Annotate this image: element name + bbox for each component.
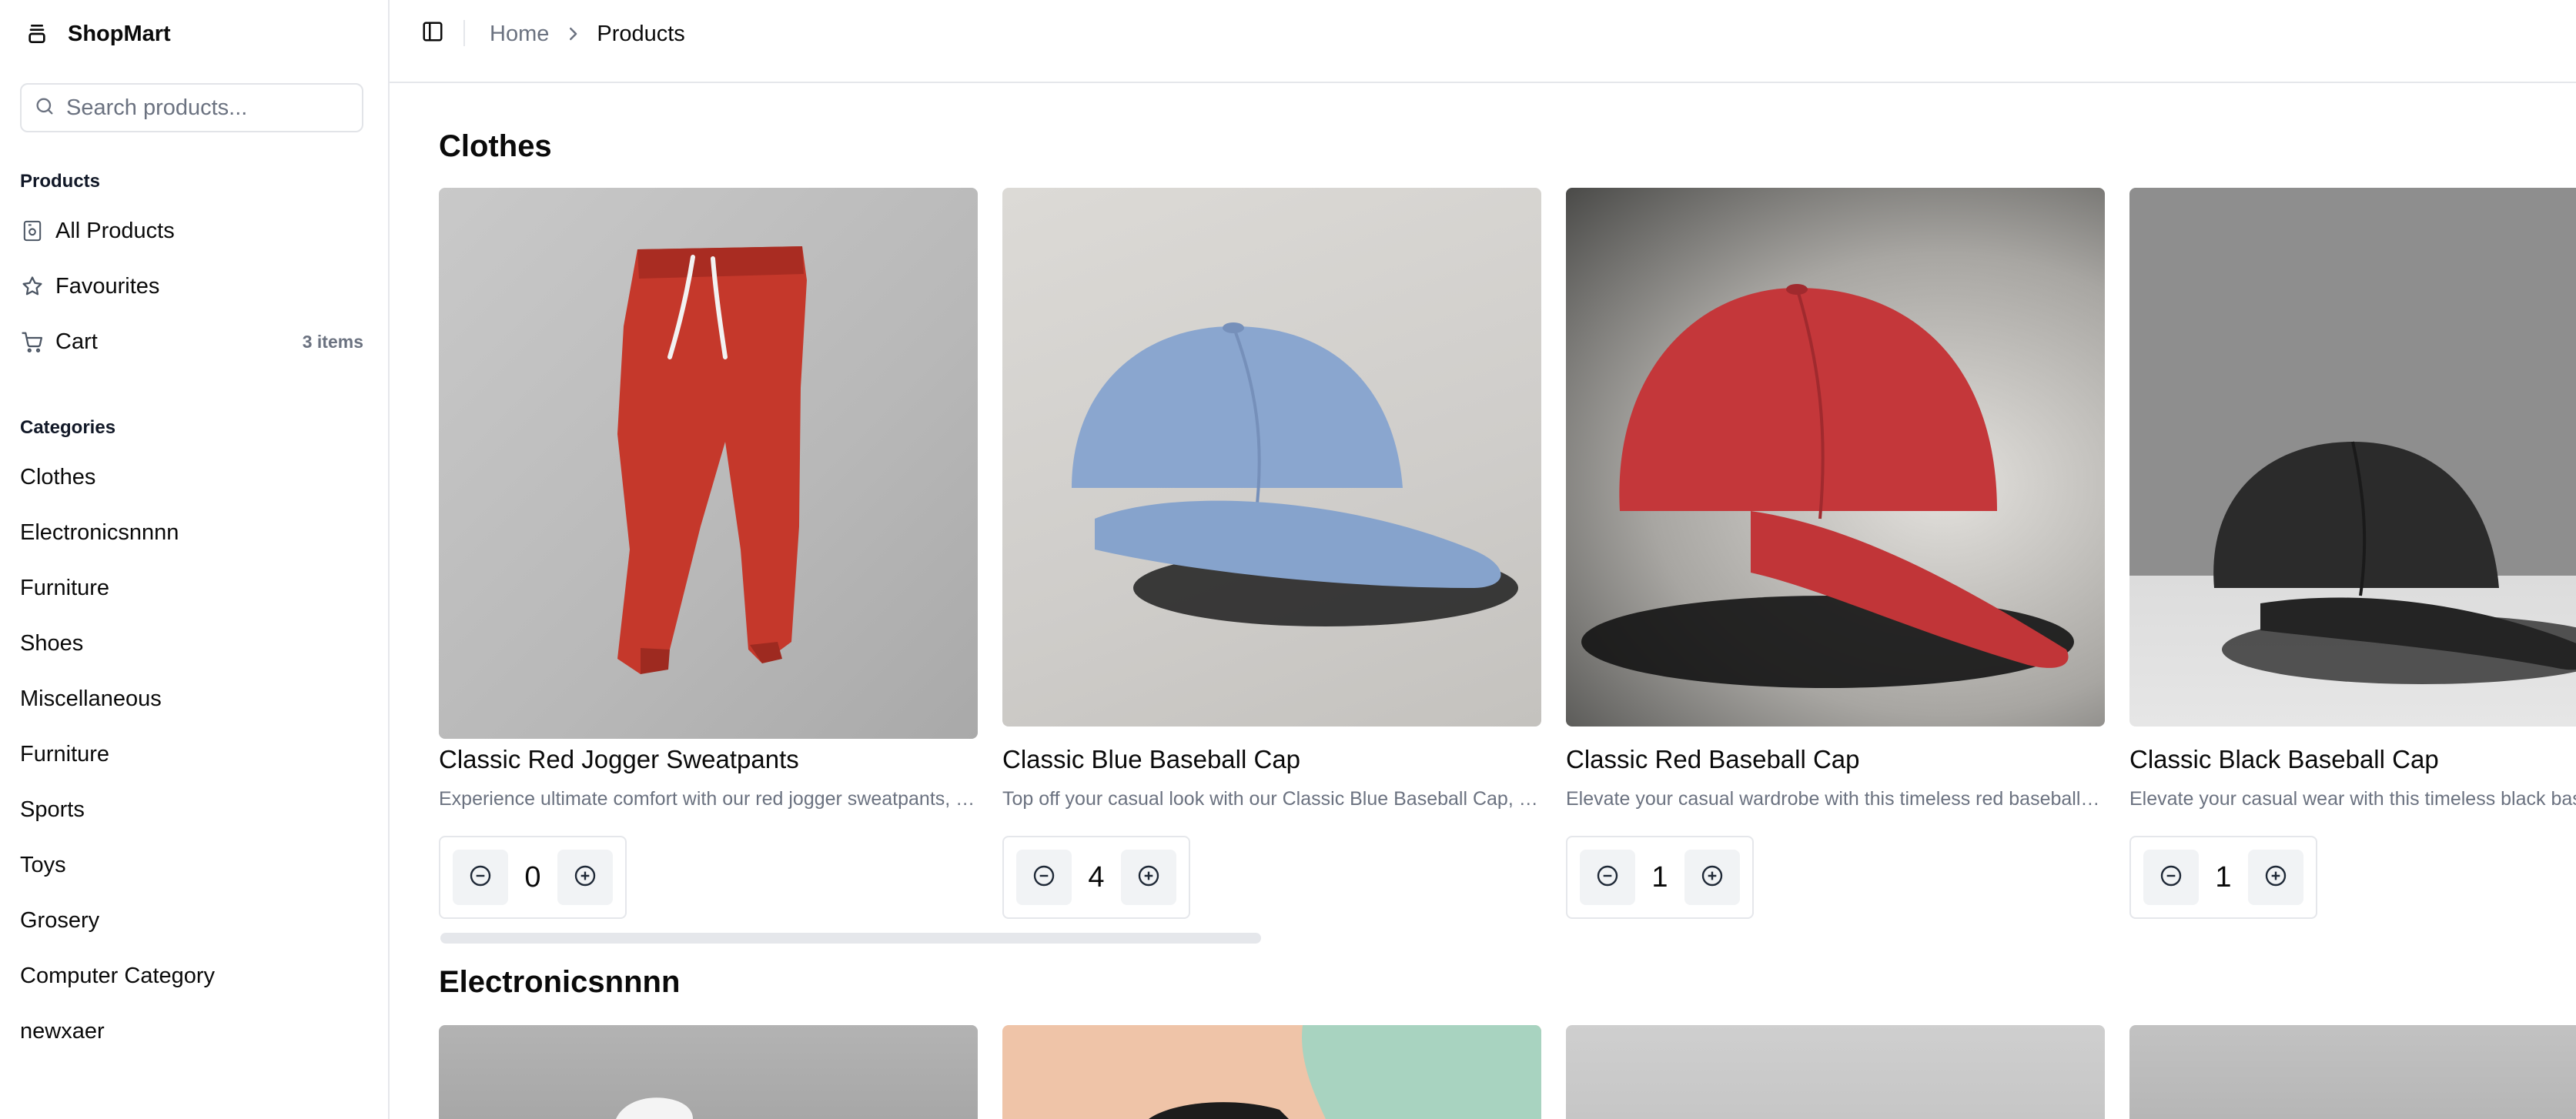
sidebar-toggle-button[interactable]: [414, 18, 451, 48]
category-item-furniture[interactable]: Furniture: [20, 566, 363, 610]
increment-button[interactable]: [1121, 850, 1176, 905]
red-jogger-illustration: [617, 246, 807, 674]
top-header: Home Products: [390, 0, 2576, 83]
quantity-value: 4: [1088, 860, 1105, 894]
product-image-red-jogger[interactable]: [439, 188, 978, 739]
horizontal-scrollbar[interactable]: [440, 933, 1261, 944]
blue-cap-illustration: [1072, 322, 1518, 626]
quantity-stepper: 4: [1002, 836, 1190, 919]
product-description: Experience ultimate comfort with our red…: [439, 788, 978, 810]
decrement-button[interactable]: [2143, 850, 2199, 905]
electronics-1-illustration: [616, 1097, 693, 1119]
brand[interactable]: ShopMart: [20, 15, 171, 52]
product-image-electronics-4[interactable]: [2129, 1025, 2576, 1119]
product-card: [1566, 1025, 2105, 1119]
category-item-electronics[interactable]: Electronicsnnnn: [20, 511, 363, 554]
app: ShopMart Products All Products Favourite…: [0, 0, 2576, 1119]
product-image-blue-cap[interactable]: [1002, 188, 1541, 727]
plus-circle-icon: [2263, 863, 2288, 892]
breadcrumb-current-page: Products: [597, 21, 685, 46]
sidebar-item-cart[interactable]: Cart 3 items: [20, 320, 363, 363]
product-image-electronics-3[interactable]: [1566, 1025, 2105, 1119]
product-name[interactable]: Classic Red Baseball Cap: [1566, 745, 1860, 774]
quantity-value: 1: [1651, 860, 1668, 894]
quantity-value: 1: [2215, 860, 2232, 894]
search-input[interactable]: [66, 95, 343, 121]
cart-icon: [20, 329, 45, 354]
product-name[interactable]: Classic Black Baseball Cap: [2129, 745, 2439, 774]
panel-left-icon: [421, 20, 444, 47]
electronics-2-illustration: [1149, 1025, 1541, 1119]
product-name[interactable]: Classic Blue Baseball Cap: [1002, 745, 1300, 774]
products-group-label: Products: [20, 171, 101, 192]
category-item-sports[interactable]: Sports: [20, 788, 363, 831]
increment-button[interactable]: [2248, 850, 2303, 905]
breadcrumb: Home Products: [490, 18, 685, 49]
category-item-clothes[interactable]: Clothes: [20, 456, 363, 499]
quantity-stepper: 1: [2129, 836, 2317, 919]
black-cap-illustration: [2213, 441, 2576, 684]
quantity-value: 0: [524, 860, 541, 894]
quantity-stepper: 1: [1566, 836, 1754, 919]
product-image-red-cap[interactable]: [1566, 188, 2105, 727]
product-name[interactable]: Classic Red Jogger Sweatpants: [439, 745, 799, 774]
product-description: Elevate your casual wear with this timel…: [2129, 788, 2576, 810]
decrement-button[interactable]: [1580, 850, 1635, 905]
brand-name: ShopMart: [68, 21, 171, 46]
product-card: [1002, 1025, 1541, 1119]
sidebar-item-label: Cart: [55, 329, 98, 354]
plus-circle-icon: [573, 863, 597, 892]
sidebar-item-label: All Products: [55, 218, 175, 243]
plus-circle-icon: [1136, 863, 1161, 892]
product-image-electronics-2[interactable]: [1002, 1025, 1541, 1119]
product-image-black-cap[interactable]: [2129, 188, 2576, 727]
product-description: Top off your casual look with our Classi…: [1002, 788, 1541, 810]
all-products-icon: [20, 219, 45, 243]
section-title-clothes: Clothes: [439, 129, 552, 163]
header-divider: [463, 20, 465, 46]
red-cap-illustration: [1581, 284, 2074, 688]
minus-circle-icon: [1595, 863, 1620, 892]
product-card: Classic Red Jogger Sweatpants Experience…: [439, 188, 978, 919]
category-item-toys[interactable]: Toys: [20, 843, 363, 887]
category-item-grosery[interactable]: Grosery: [20, 899, 363, 942]
search-icon: [34, 95, 55, 121]
store-icon: [20, 17, 54, 51]
product-card: Classic Red Baseball Cap Elevate your ca…: [1566, 188, 2105, 919]
product-card: Classic Black Baseball Cap Elevate your …: [2129, 188, 2576, 927]
chevron-right-icon: [566, 25, 580, 42]
product-description: Elevate your casual wardrobe with this t…: [1566, 788, 2105, 810]
search-box[interactable]: [20, 83, 363, 132]
product-card: [2129, 1025, 2576, 1119]
minus-circle-icon: [1032, 863, 1056, 892]
decrement-button[interactable]: [1016, 850, 1072, 905]
sidebar-item-all-products[interactable]: All Products: [20, 209, 363, 252]
plus-circle-icon: [1700, 863, 1725, 892]
product-card: [439, 1025, 978, 1119]
category-item-newxaer[interactable]: newxaer: [20, 1010, 363, 1053]
breadcrumb-home-link[interactable]: Home: [490, 22, 549, 47]
category-item-miscellaneous[interactable]: Miscellaneous: [20, 677, 363, 720]
increment-button[interactable]: [557, 850, 613, 905]
categories-group-label: Categories: [20, 417, 116, 438]
sidebar: ShopMart Products All Products Favourite…: [0, 0, 390, 1119]
minus-circle-icon: [468, 863, 493, 892]
category-item-computer-category[interactable]: Computer Category: [20, 954, 363, 997]
cart-count-badge: 3 items: [302, 331, 363, 352]
product-image-electronics-1[interactable]: [439, 1025, 978, 1119]
star-icon: [20, 274, 45, 299]
category-item-shoes[interactable]: Shoes: [20, 622, 363, 665]
sidebar-item-label: Favourites: [55, 273, 160, 299]
sidebar-item-favourites[interactable]: Favourites: [20, 265, 363, 308]
section-title-electronics: Electronicsnnnn: [439, 965, 681, 999]
category-item-furniture-2[interactable]: Furniture: [20, 733, 363, 776]
quantity-stepper: 0: [439, 836, 627, 919]
decrement-button[interactable]: [453, 850, 508, 905]
minus-circle-icon: [2159, 863, 2183, 892]
increment-button[interactable]: [1684, 850, 1740, 905]
product-card: Classic Blue Baseball Cap Top off your c…: [1002, 188, 1541, 919]
